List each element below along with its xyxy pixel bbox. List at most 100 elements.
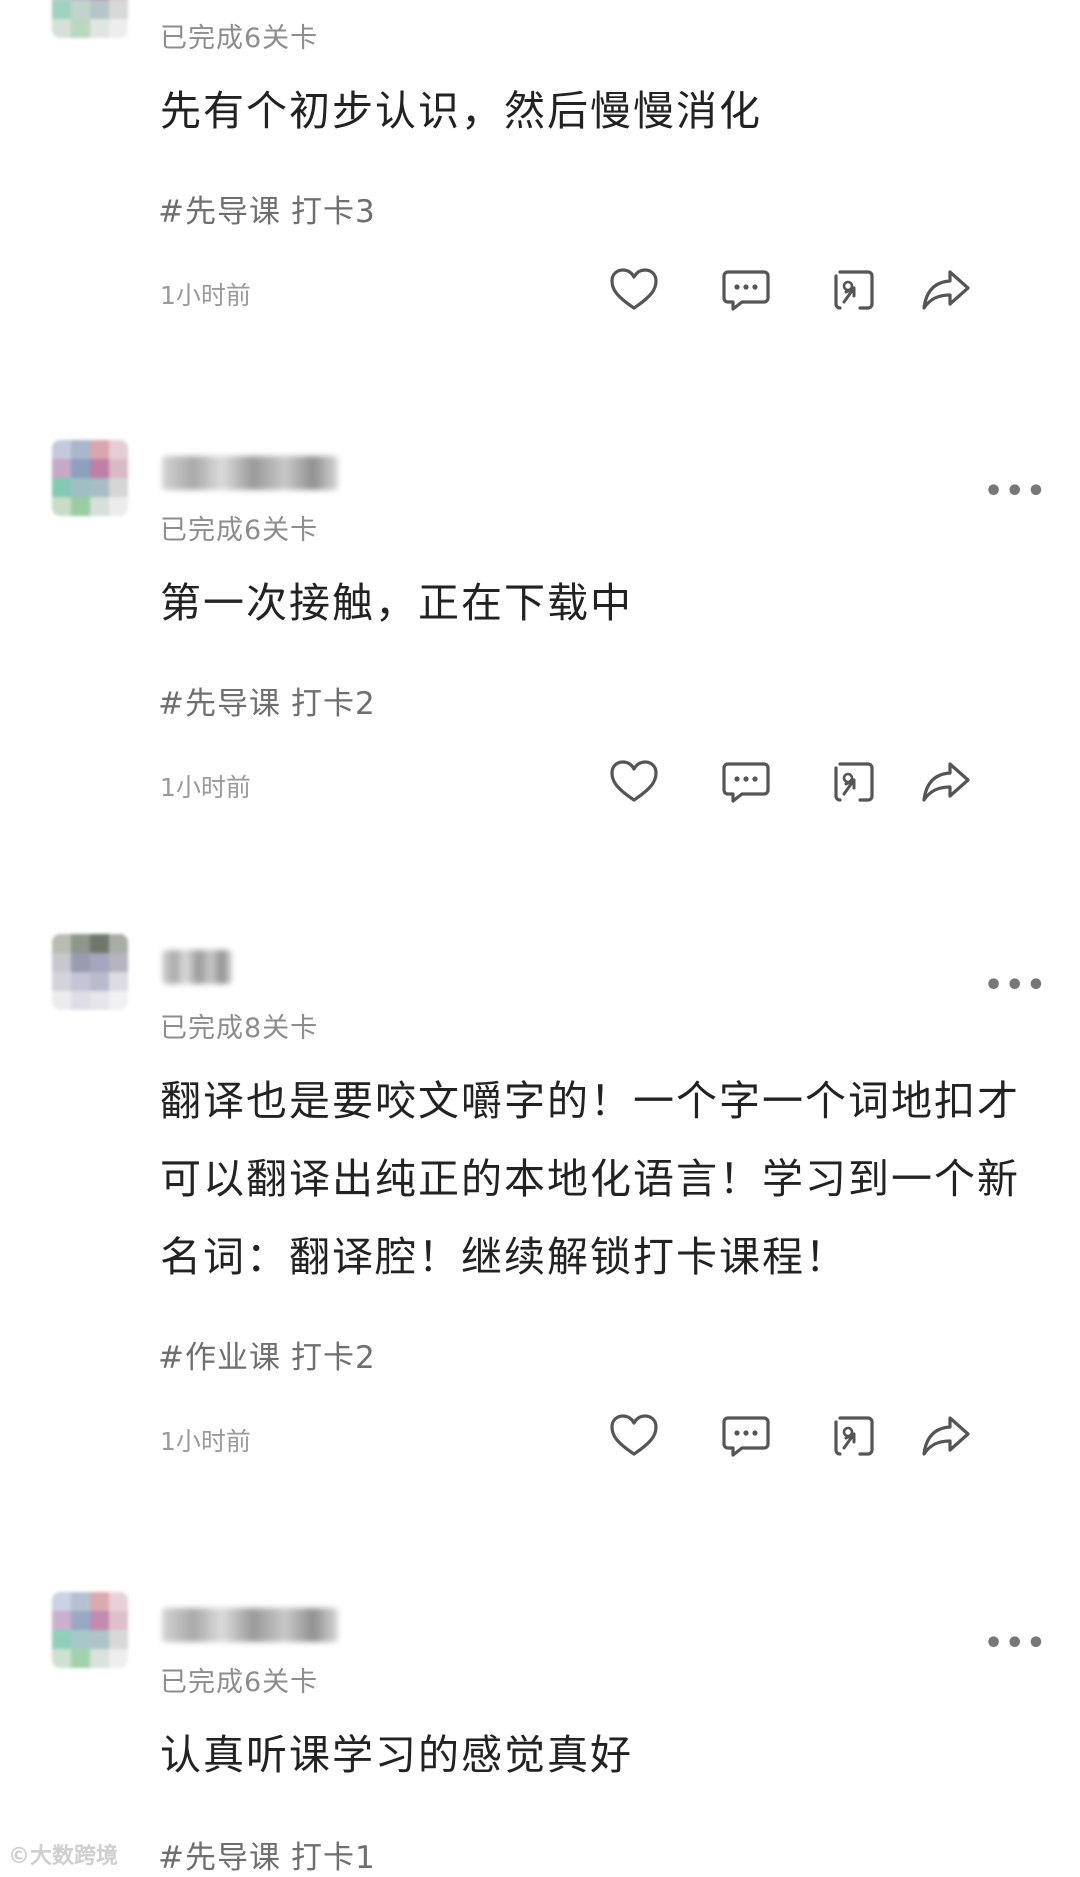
avatar-pixel bbox=[71, 440, 90, 459]
comment-text: 先有个初步认识，然后慢慢消化 bbox=[160, 87, 762, 135]
more-options-icon[interactable]: ••• bbox=[984, 968, 1048, 1003]
comment-icon[interactable] bbox=[718, 1408, 774, 1464]
avatar-pixel bbox=[71, 459, 90, 478]
avatar[interactable] bbox=[52, 934, 128, 1010]
avatar-pixel bbox=[71, 972, 90, 991]
avatar-pixel bbox=[52, 934, 71, 953]
avatar-pixel bbox=[52, 1630, 71, 1649]
avatar-pixel bbox=[71, 497, 90, 516]
avatar-pixel bbox=[109, 459, 128, 478]
heart-icon[interactable] bbox=[606, 1408, 662, 1464]
comment-text: 翻译也是要咬文嚼字的！一个字一个词地扣才可以翻译出纯正的本地化语言！学习到一个新… bbox=[160, 1077, 1020, 1281]
avatar-pixel bbox=[109, 497, 128, 516]
tag-row: #先导课 打卡2 bbox=[158, 678, 386, 723]
action-bar bbox=[606, 754, 1032, 810]
avatar-pixel bbox=[52, 1611, 71, 1630]
avatar-pixel bbox=[52, 0, 71, 19]
avatar-pixel bbox=[52, 953, 71, 972]
comment-text: 认真听课学习的感觉真好 bbox=[160, 1731, 633, 1779]
avatar-pixel bbox=[90, 1611, 109, 1630]
avatar-pixel bbox=[109, 991, 128, 1010]
course-tag[interactable]: #先导课 bbox=[158, 1840, 281, 1876]
avatar-pixel bbox=[52, 19, 71, 38]
watermark: ©大数跨境 bbox=[8, 1844, 119, 1869]
avatar-pixel bbox=[109, 953, 128, 972]
avatar-pixel bbox=[109, 19, 128, 38]
avatar-pixel bbox=[109, 1649, 128, 1668]
timestamp: 1小时前 bbox=[160, 773, 251, 802]
avatar-pixel bbox=[71, 991, 90, 1010]
comment-icon[interactable] bbox=[718, 754, 774, 810]
avatar-pixel bbox=[52, 1592, 71, 1611]
avatar-pixel bbox=[90, 991, 109, 1010]
avatar-pixel bbox=[109, 1611, 128, 1630]
avatar-pixel bbox=[90, 440, 109, 459]
avatar-pixel bbox=[71, 1649, 90, 1668]
heart-icon[interactable] bbox=[606, 262, 662, 318]
avatar-pixel bbox=[109, 440, 128, 459]
avatar-pixel bbox=[90, 1630, 109, 1649]
avatar-pixel bbox=[90, 459, 109, 478]
avatar[interactable] bbox=[52, 1592, 128, 1668]
share-icon[interactable] bbox=[918, 262, 974, 318]
avatar[interactable] bbox=[52, 0, 128, 38]
progress-label: 已完成8关卡 bbox=[160, 1013, 319, 1044]
share-icon[interactable] bbox=[918, 1408, 974, 1464]
avatar-pixel bbox=[109, 1630, 128, 1649]
avatar-pixel bbox=[52, 1649, 71, 1668]
avatar-pixel bbox=[109, 478, 128, 497]
avatar-pixel bbox=[71, 934, 90, 953]
avatar-pixel bbox=[90, 934, 109, 953]
share-icon[interactable] bbox=[918, 754, 974, 810]
action-bar bbox=[606, 1408, 1032, 1464]
avatar-pixel bbox=[71, 953, 90, 972]
tag-row: #作业课 打卡2 bbox=[158, 1332, 386, 1377]
avatar[interactable] bbox=[52, 440, 128, 516]
avatar-pixel bbox=[71, 19, 90, 38]
repost-icon[interactable] bbox=[824, 754, 880, 810]
timestamp: 1小时前 bbox=[160, 1427, 251, 1456]
avatar-pixel bbox=[71, 1592, 90, 1611]
more-options-icon[interactable]: ••• bbox=[984, 0, 1048, 13]
checkin-tag[interactable]: 打卡2 bbox=[291, 686, 376, 722]
avatar-pixel bbox=[109, 934, 128, 953]
avatar-pixel bbox=[52, 478, 71, 497]
comment-icon[interactable] bbox=[718, 262, 774, 318]
avatar-pixel bbox=[90, 19, 109, 38]
progress-label: 已完成6关卡 bbox=[160, 515, 319, 546]
course-tag[interactable]: #先导课 bbox=[158, 194, 281, 230]
username-blurred[interactable] bbox=[162, 1608, 338, 1642]
avatar-pixel bbox=[52, 991, 71, 1010]
avatar-pixel bbox=[90, 0, 109, 19]
progress-label: 已完成6关卡 bbox=[160, 1667, 319, 1698]
action-bar bbox=[606, 262, 1032, 318]
timestamp: 1小时前 bbox=[160, 281, 251, 310]
repost-icon[interactable] bbox=[824, 262, 880, 318]
avatar-pixel bbox=[109, 972, 128, 991]
tag-row: #先导课 打卡3 bbox=[158, 186, 386, 231]
avatar-pixel bbox=[90, 1649, 109, 1668]
username-blurred[interactable] bbox=[162, 456, 338, 490]
avatar-pixel bbox=[52, 972, 71, 991]
checkin-tag[interactable]: 打卡3 bbox=[291, 194, 376, 230]
heart-icon[interactable] bbox=[606, 754, 662, 810]
avatar-pixel bbox=[90, 972, 109, 991]
avatar-pixel bbox=[71, 478, 90, 497]
course-tag[interactable]: #作业课 bbox=[158, 1340, 281, 1376]
username-blurred[interactable] bbox=[162, 950, 232, 984]
checkin-tag[interactable]: 打卡2 bbox=[291, 1340, 376, 1376]
avatar-pixel bbox=[52, 497, 71, 516]
more-options-icon[interactable]: ••• bbox=[984, 1626, 1048, 1661]
comment-text: 第一次接触，正在下载中 bbox=[160, 579, 633, 627]
avatar-pixel bbox=[90, 478, 109, 497]
repost-icon[interactable] bbox=[824, 1408, 880, 1464]
avatar-pixel bbox=[90, 1592, 109, 1611]
avatar-pixel bbox=[90, 953, 109, 972]
avatar-pixel bbox=[52, 440, 71, 459]
progress-label: 已完成6关卡 bbox=[160, 23, 319, 54]
more-options-icon[interactable]: ••• bbox=[984, 474, 1048, 509]
avatar-pixel bbox=[52, 459, 71, 478]
checkin-tag[interactable]: 打卡1 bbox=[291, 1840, 376, 1876]
comment-feed: 已完成6关卡 ••• 先有个初步认识，然后慢慢消化 #先导课打卡3 1小时前 •… bbox=[0, 0, 1080, 1877]
course-tag[interactable]: #先导课 bbox=[158, 686, 281, 722]
